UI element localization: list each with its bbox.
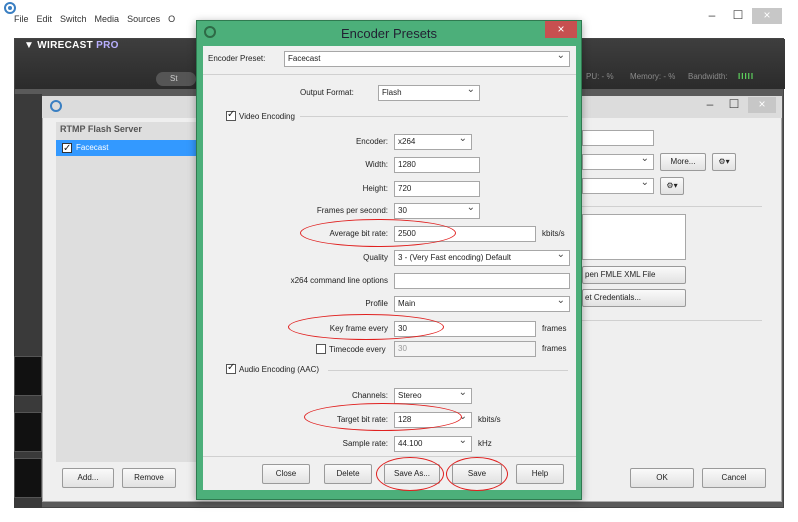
channels-label: Channels:: [351, 391, 388, 400]
cmdline-label: x264 command line options: [290, 276, 388, 285]
wirecast-logo-icon: [4, 2, 16, 14]
source-thumbnail[interactable]: [14, 356, 42, 396]
stream-button[interactable]: St: [156, 72, 196, 86]
sample-rate-select[interactable]: 44.100: [394, 434, 472, 452]
output-list-header: RTMP Flash Server: [60, 124, 142, 134]
encoder-preset-label: Encoder Preset:: [208, 54, 266, 63]
bandwidth-meter: IIIII: [738, 72, 755, 81]
timecode-input[interactable]: 30: [394, 341, 536, 357]
timecode-checkbox[interactable]: [316, 344, 326, 354]
menu-edit[interactable]: Edit: [37, 14, 53, 30]
encoder-label: Encoder:: [355, 137, 388, 146]
profile-select[interactable]: Main: [394, 294, 570, 312]
dialog-close-button[interactable]: ×: [545, 21, 577, 38]
source-thumbnail[interactable]: [14, 412, 42, 452]
output-window-logo-icon: [50, 100, 62, 112]
quality-label: Quality: [363, 253, 388, 262]
open-fmle-xml-button[interactable]: pen FMLE XML File: [582, 266, 686, 284]
height-label: Height:: [362, 184, 388, 193]
quality-select[interactable]: 3 - (Very Fast encoding) Default: [394, 248, 570, 266]
annotation-ellipse: [376, 457, 444, 491]
help-button[interactable]: Help: [516, 464, 564, 484]
fps-label: Frames per second:: [316, 206, 388, 215]
width-label: Width:: [365, 160, 388, 169]
output-enabled-checkbox[interactable]: [62, 141, 72, 157]
channels-select[interactable]: Stereo: [394, 386, 472, 404]
encoder-preset-select[interactable]: Facecast: [284, 49, 570, 67]
avg-bitrate-unit: kbits/s: [542, 229, 565, 238]
cancel-button[interactable]: Cancel: [702, 468, 766, 488]
memory-readout: Memory: - %: [630, 72, 676, 81]
fps-select[interactable]: 30: [394, 201, 480, 219]
audio-encoding-checkbox[interactable]: [226, 362, 236, 374]
divider: [582, 206, 762, 207]
menu-file[interactable]: File: [14, 14, 29, 30]
more-button[interactable]: More...: [660, 153, 706, 171]
output-format-select[interactable]: Flash: [378, 83, 480, 101]
menu-switch[interactable]: Switch: [60, 14, 87, 30]
output-destination-select[interactable]: [582, 152, 654, 170]
target-bitrate-unit: kbits/s: [478, 415, 501, 424]
filter-icon: ▼: [24, 40, 35, 51]
audio-encoding-group[interactable]: Audio Encoding (AAC): [226, 362, 320, 374]
source-thumbnail[interactable]: [14, 458, 42, 498]
dialog-title: Encoder Presets: [340, 26, 438, 41]
output-stream-select[interactable]: [582, 176, 654, 194]
menu-truncated[interactable]: O: [168, 14, 175, 30]
output-item-label: Facecast: [76, 143, 109, 152]
brand-label: ▼ WIRECAST PRO: [24, 40, 119, 51]
remove-output-button[interactable]: Remove: [122, 468, 176, 488]
divider: [582, 320, 762, 321]
sample-rate-unit: kHz: [478, 439, 492, 448]
menu-bar: File Edit Switch Media Sources O: [14, 14, 175, 30]
gear-icon[interactable]: ⚙▾: [660, 177, 684, 195]
ok-button[interactable]: OK: [630, 468, 694, 488]
timecode-group[interactable]: Timecode every: [316, 344, 386, 354]
annotation-ellipse: [300, 219, 456, 247]
video-encoding-label: Video Encoding: [239, 111, 295, 121]
sample-rate-label: Sample rate:: [342, 439, 388, 448]
audio-encoding-label: Audio Encoding (AAC): [239, 364, 320, 374]
profile-label: Profile: [365, 299, 388, 308]
output-maximize-button[interactable]: ☐: [722, 97, 746, 113]
app-minimize-button[interactable]: –: [700, 8, 724, 24]
encoder-select[interactable]: x264: [394, 132, 472, 150]
stream-name-area[interactable]: [582, 214, 686, 260]
output-format-label: Output Format:: [300, 88, 354, 97]
menu-sources[interactable]: Sources: [127, 14, 160, 30]
output-list-item-facecast[interactable]: Facecast: [56, 140, 196, 157]
set-credentials-button[interactable]: et Credentials...: [582, 289, 686, 307]
annotation-ellipse: [288, 314, 444, 340]
width-input[interactable]: 1280: [394, 157, 480, 173]
divider: [203, 74, 576, 75]
timecode-label: Timecode every: [329, 344, 386, 354]
brand-suffix: PRO: [96, 40, 119, 51]
output-list: [56, 122, 196, 462]
timecode-unit: frames: [542, 344, 567, 353]
divider: [203, 456, 576, 457]
keyframe-unit: frames: [542, 324, 567, 333]
bandwidth-label: Bandwidth:: [688, 72, 728, 81]
annotation-ellipse: [446, 457, 508, 491]
brand-name: WIRECAST: [37, 40, 94, 51]
cmdline-input[interactable]: [394, 273, 570, 289]
menu-media[interactable]: Media: [95, 14, 120, 30]
video-encoding-checkbox[interactable]: [226, 109, 236, 121]
output-minimize-button[interactable]: –: [698, 97, 722, 113]
output-close-button[interactable]: ×: [748, 97, 776, 113]
app-maximize-button[interactable]: ☐: [726, 8, 750, 24]
close-button[interactable]: Close: [262, 464, 310, 484]
divider: [300, 116, 568, 117]
cpu-readout: PU: - %: [586, 72, 614, 81]
annotation-ellipse: [304, 403, 462, 431]
divider: [328, 370, 568, 371]
output-address-field[interactable]: [582, 130, 654, 146]
gear-icon[interactable]: ⚙▾: [712, 153, 736, 171]
video-encoding-group[interactable]: Video Encoding: [226, 109, 295, 121]
delete-button[interactable]: Delete: [324, 464, 372, 484]
app-close-button[interactable]: ×: [752, 8, 782, 24]
add-output-button[interactable]: Add...: [62, 468, 114, 488]
height-input[interactable]: 720: [394, 181, 480, 197]
